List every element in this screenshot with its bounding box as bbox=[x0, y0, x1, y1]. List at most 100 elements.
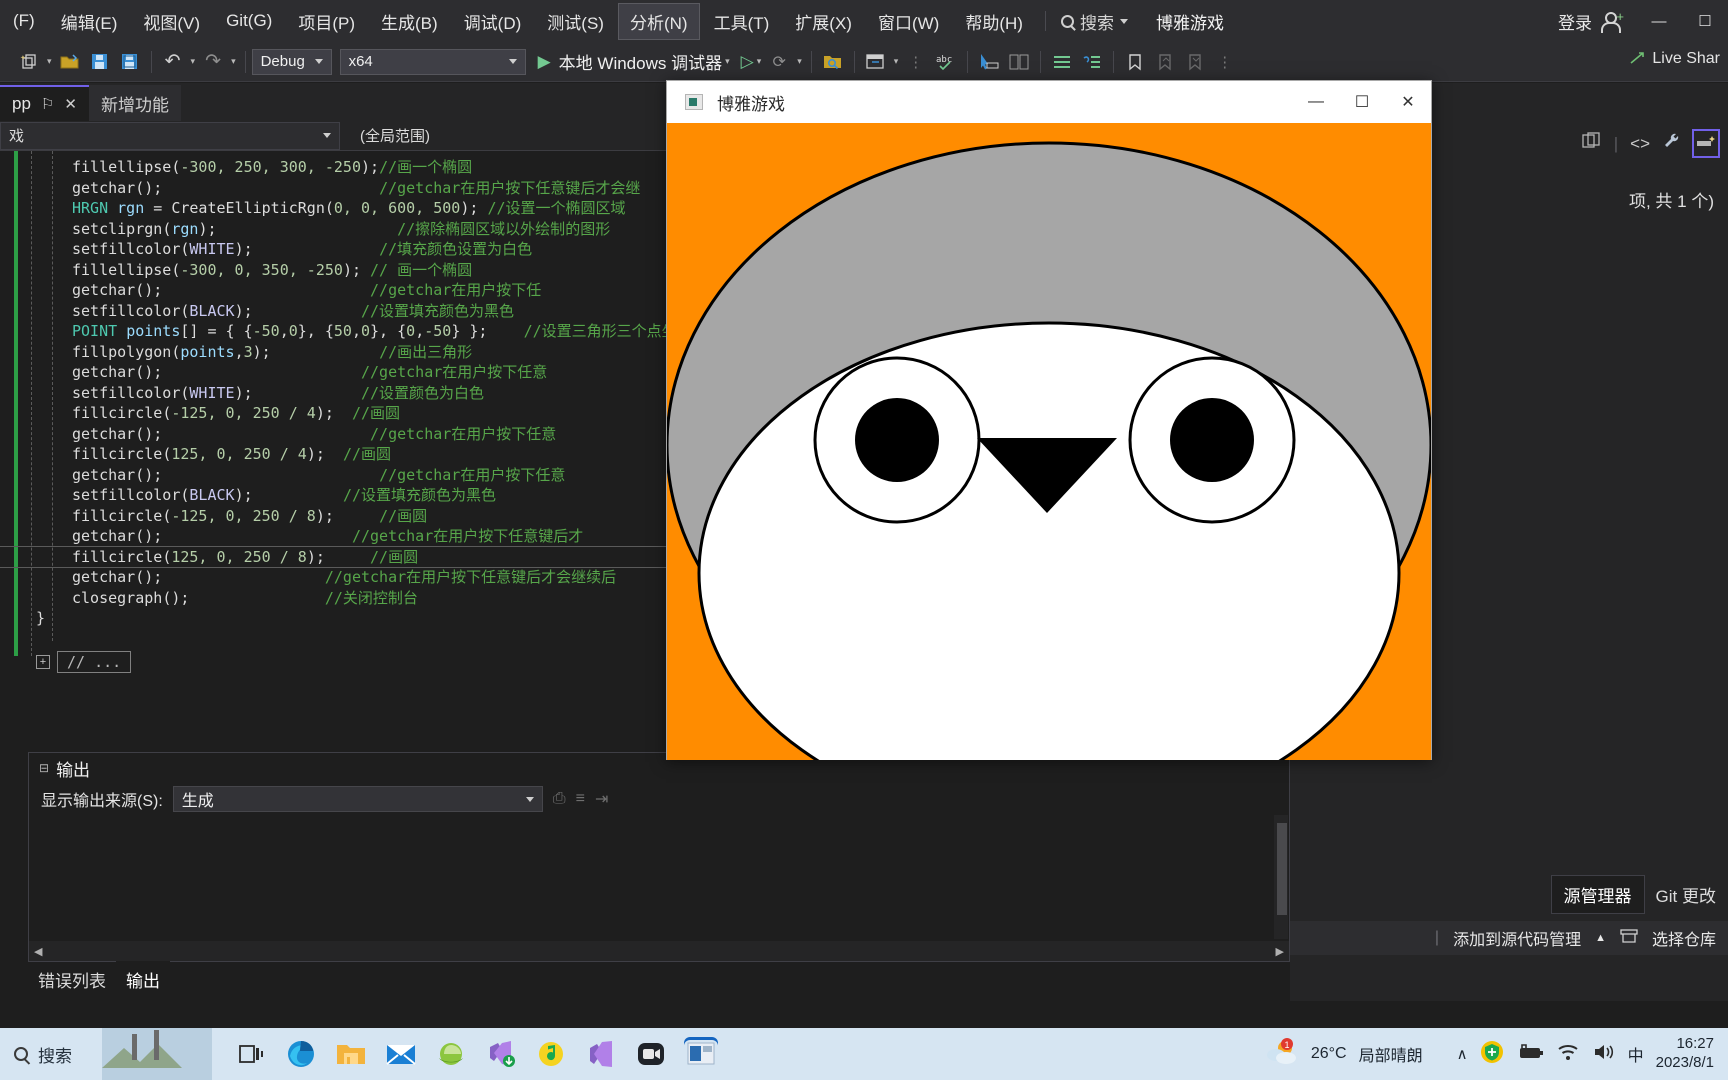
file-explorer-icon[interactable] bbox=[334, 1037, 368, 1071]
save-icon[interactable] bbox=[85, 48, 115, 76]
prev-bookmark-icon[interactable] bbox=[1150, 48, 1180, 76]
task-view-icon[interactable] bbox=[234, 1037, 268, 1071]
pin-icon[interactable]: ⚐ bbox=[41, 95, 54, 113]
menu-item-5[interactable]: 生成(B) bbox=[370, 4, 449, 39]
maximize-button[interactable]: ☐ bbox=[1682, 0, 1728, 42]
output-source-select[interactable]: 生成 bbox=[172, 786, 543, 812]
menu-item-6[interactable]: 调试(D) bbox=[453, 4, 533, 39]
window-preview-thumbnail[interactable] bbox=[102, 1028, 212, 1080]
tab-whats-new[interactable]: 新增功能 bbox=[88, 85, 181, 121]
ie-icon[interactable] bbox=[434, 1037, 468, 1071]
member-scope-select[interactable]: (全局范围) bbox=[352, 122, 652, 150]
chevron-up-icon[interactable]: ▲ bbox=[1595, 932, 1606, 944]
output-scroll-thumb[interactable] bbox=[1277, 823, 1287, 915]
menu-item-3[interactable]: Git(G) bbox=[215, 6, 283, 36]
weather-description[interactable]: 局部晴朗 bbox=[1359, 1042, 1423, 1066]
battery-icon[interactable] bbox=[1516, 1043, 1544, 1066]
vs-installer-icon[interactable] bbox=[484, 1037, 518, 1071]
collapsed-region[interactable]: + // ... bbox=[36, 651, 132, 673]
menu-item-2[interactable]: 视图(V) bbox=[132, 4, 211, 39]
scroll-left-icon[interactable]: ◀ bbox=[34, 945, 42, 958]
comment-lines-icon[interactable] bbox=[1077, 48, 1107, 76]
start-without-debug-icon[interactable]: ▷ bbox=[741, 52, 754, 72]
chevron-down-icon[interactable]: ▾ bbox=[754, 56, 765, 67]
security-shield-icon[interactable] bbox=[1480, 1040, 1504, 1069]
collapsed-region-label[interactable]: // ... bbox=[57, 651, 132, 673]
add-to-source-control-button[interactable]: 添加到源代码管理 bbox=[1453, 926, 1581, 950]
close-icon[interactable]: ✕ bbox=[64, 95, 77, 113]
redo-chevron-icon[interactable]: ▾ bbox=[228, 56, 239, 67]
undo-chevron-icon[interactable]: ▾ bbox=[188, 56, 199, 67]
ime-indicator[interactable]: 中 bbox=[1628, 1042, 1644, 1066]
menu-item-4[interactable]: 项目(P) bbox=[287, 4, 366, 39]
type-scope-select[interactable]: 戏 bbox=[0, 121, 340, 150]
configuration-select[interactable]: Debug bbox=[251, 48, 332, 75]
select-repository-button[interactable]: 选择仓库 bbox=[1652, 926, 1716, 950]
tab-document-active[interactable]: pp ⚐ ✕ bbox=[0, 85, 89, 121]
start-debug-button[interactable]: 本地 Windows 调试器 bbox=[559, 49, 722, 74]
active-app-icon[interactable] bbox=[684, 1037, 718, 1071]
expand-icon[interactable]: + bbox=[36, 655, 50, 669]
app-window-titlebar[interactable]: 博雅游戏 — ☐ ✕ bbox=[667, 81, 1431, 123]
platform-select[interactable]: x64 bbox=[339, 48, 526, 75]
weather-temperature[interactable]: 26°C bbox=[1311, 1045, 1347, 1063]
menu-item-10[interactable]: 扩展(X) bbox=[784, 4, 863, 39]
minimize-button[interactable]: — bbox=[1636, 0, 1682, 42]
spellcheck-icon[interactable]: abc bbox=[931, 48, 961, 76]
properties-window-icon[interactable] bbox=[1692, 129, 1720, 158]
output-horizontal-scrollbar[interactable]: ◀ ▶ bbox=[29, 941, 1289, 961]
toggle-wordwrap-icon[interactable]: ≡ bbox=[576, 790, 585, 808]
drag-handle-icon[interactable]: ⋮ bbox=[901, 48, 931, 76]
tab-git-changes[interactable]: Git 更改 bbox=[1644, 876, 1728, 913]
menu-item-11[interactable]: 窗口(W) bbox=[867, 4, 950, 39]
menu-item-12[interactable]: 帮助(H) bbox=[954, 4, 1034, 39]
toolbar-overflow-icon[interactable]: ⋮ bbox=[1210, 48, 1240, 76]
weather-icon[interactable]: 1 bbox=[1265, 1037, 1299, 1072]
camera-icon[interactable] bbox=[634, 1037, 668, 1071]
chevron-down-icon[interactable]: ▾ bbox=[891, 56, 902, 67]
go-to-message-icon[interactable]: ⇥ bbox=[595, 789, 608, 809]
mail-icon[interactable] bbox=[384, 1037, 418, 1071]
indent-lines-icon[interactable] bbox=[1047, 48, 1077, 76]
qq-music-icon[interactable] bbox=[534, 1037, 568, 1071]
edge-icon[interactable] bbox=[284, 1037, 318, 1071]
menu-item-1[interactable]: 编辑(E) bbox=[50, 4, 129, 39]
clear-output-icon[interactable]: ⎙ bbox=[553, 790, 566, 808]
new-project-icon[interactable]: ✦ bbox=[14, 48, 44, 76]
repository-icon[interactable] bbox=[1620, 928, 1638, 949]
compare-files-icon[interactable] bbox=[1004, 48, 1034, 76]
app-maximize-button[interactable]: ☐ bbox=[1339, 81, 1385, 123]
bookmark-icon[interactable] bbox=[1120, 48, 1150, 76]
app-minimize-button[interactable]: — bbox=[1293, 81, 1339, 123]
window-layout-icon[interactable] bbox=[861, 48, 891, 76]
live-share-button[interactable]: Live Shar bbox=[1629, 50, 1720, 68]
tab-solution-explorer[interactable]: 源管理器 bbox=[1550, 875, 1645, 914]
chevron-down-icon[interactable]: ▾ bbox=[794, 56, 805, 67]
hot-reload-icon[interactable]: ⟳ bbox=[764, 48, 794, 76]
scroll-right-icon[interactable]: ▶ bbox=[1276, 945, 1284, 958]
switch-views-icon[interactable] bbox=[1582, 132, 1602, 155]
tab-output[interactable]: 输出 bbox=[116, 960, 170, 998]
show-all-files-icon[interactable]: <> bbox=[1630, 134, 1650, 154]
visual-studio-icon[interactable] bbox=[584, 1037, 618, 1071]
properties-wrench-icon[interactable] bbox=[1662, 132, 1682, 155]
tab-error-list[interactable]: 错误列表 bbox=[28, 961, 116, 998]
menu-item-8[interactable]: 分析(N) bbox=[617, 2, 700, 40]
start-debug-icon[interactable]: ▶ bbox=[538, 52, 551, 72]
wifi-icon[interactable] bbox=[1556, 1042, 1580, 1067]
undo-icon[interactable]: ↶ bbox=[158, 48, 188, 76]
chevron-down-icon[interactable]: ▾ bbox=[44, 56, 55, 67]
save-all-icon[interactable] bbox=[115, 48, 145, 76]
app-close-button[interactable]: ✕ bbox=[1385, 81, 1431, 123]
pane-collapse-icon[interactable]: ⊟ bbox=[39, 761, 49, 775]
open-file-icon[interactable] bbox=[55, 48, 85, 76]
menu-item-9[interactable]: 工具(T) bbox=[703, 4, 781, 39]
login-button[interactable]: 登录 bbox=[1558, 9, 1592, 34]
chevron-up-icon[interactable]: ∧ bbox=[1457, 1045, 1468, 1063]
taskbar-search[interactable]: 搜索 bbox=[14, 1042, 72, 1067]
next-bookmark-icon[interactable] bbox=[1180, 48, 1210, 76]
chevron-down-icon[interactable]: ▾ bbox=[722, 56, 733, 67]
redo-icon[interactable]: ↷ bbox=[198, 48, 228, 76]
volume-icon[interactable] bbox=[1592, 1042, 1616, 1067]
graphics-app-window[interactable]: 博雅游戏 — ☐ ✕ bbox=[666, 80, 1432, 760]
